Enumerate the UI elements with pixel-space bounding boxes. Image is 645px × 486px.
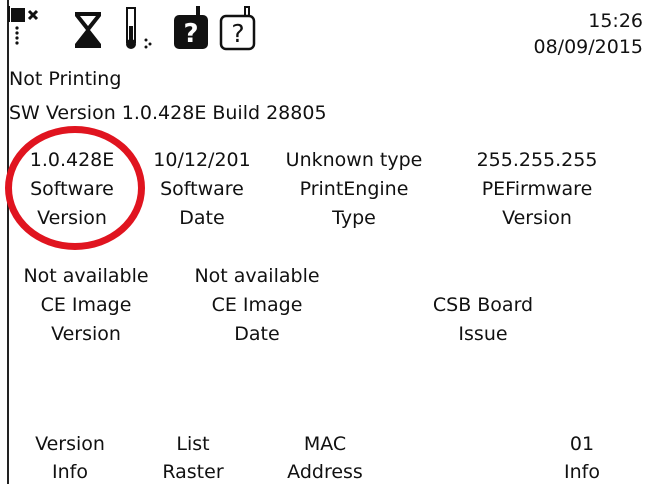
softkey-label: Address (287, 461, 363, 483)
info-cell-csb-board-issue[interactable]: CSB Board Issue (400, 262, 566, 349)
info-label: Software (160, 178, 244, 200)
info-label: Date (234, 323, 280, 345)
softkey-label: Raster (162, 461, 224, 483)
info-cell-pefirmware-version[interactable]: 255.255.255 PEFirmware Version (456, 146, 618, 233)
info-label: CSB Board (432, 294, 534, 316)
info-value: 10/12/201 (153, 149, 251, 171)
help-dark-icon: ? (174, 6, 208, 49)
info-label: Issue (458, 323, 508, 345)
softkey-label: List (176, 433, 210, 455)
info-label: PrintEngine (299, 178, 409, 200)
info-label: PEFirmware (481, 178, 593, 200)
info-label: Version (51, 323, 121, 345)
ink-cartridge-x-icon (8, 6, 39, 45)
info-cell-ce-image-version[interactable]: Not available CE Image Version (6, 262, 166, 349)
info-value: Unknown type (285, 149, 423, 171)
softkey-label: 01 (569, 433, 595, 455)
svg-text:?: ? (183, 19, 198, 49)
hourglass-icon (75, 12, 101, 48)
info-label: Type (332, 207, 376, 229)
info-cell-ce-image-date[interactable]: Not available CE Image Date (174, 262, 340, 349)
sw-version-line: SW Version 1.0.428E Build 28805 (9, 102, 327, 124)
softkey-list-raster[interactable]: List Raster (150, 430, 236, 486)
clock-time: 15:26 (588, 10, 643, 32)
info-label: Version (502, 207, 572, 229)
softkey-label: Info (52, 461, 88, 483)
printing-status: Not Printing (9, 68, 122, 90)
info-value (400, 262, 566, 291)
temperature-icon (126, 7, 152, 49)
info-value: Not available (194, 265, 320, 287)
softkey-version-info[interactable]: Version Info (18, 430, 122, 486)
info-label: CE Image (211, 294, 303, 316)
softkey-label: Version (35, 433, 105, 455)
highlight-circle (5, 126, 145, 250)
svg-text:?: ? (231, 19, 244, 48)
info-cell-software-date[interactable]: 10/12/201 Software Date (142, 146, 262, 233)
info-label: Date (179, 207, 225, 229)
softkey-label: MAC (303, 433, 347, 455)
info-value: 255.255.255 (476, 149, 598, 171)
softkey-01-info[interactable]: 01 Info (546, 430, 618, 486)
info-value: Not available (23, 265, 149, 287)
help-outline-icon: ? (219, 6, 256, 51)
printer-info-screen: ? ? 15:26 08/09/2015 Not Printing SW Ver… (0, 0, 645, 484)
softkey-label: Info (564, 461, 600, 483)
softkey-mac-address[interactable]: MAC Address (270, 430, 380, 486)
info-cell-printengine-type[interactable]: Unknown type PrintEngine Type (268, 146, 440, 233)
info-label: CE Image (40, 294, 132, 316)
clock-date: 08/09/2015 (533, 36, 643, 58)
